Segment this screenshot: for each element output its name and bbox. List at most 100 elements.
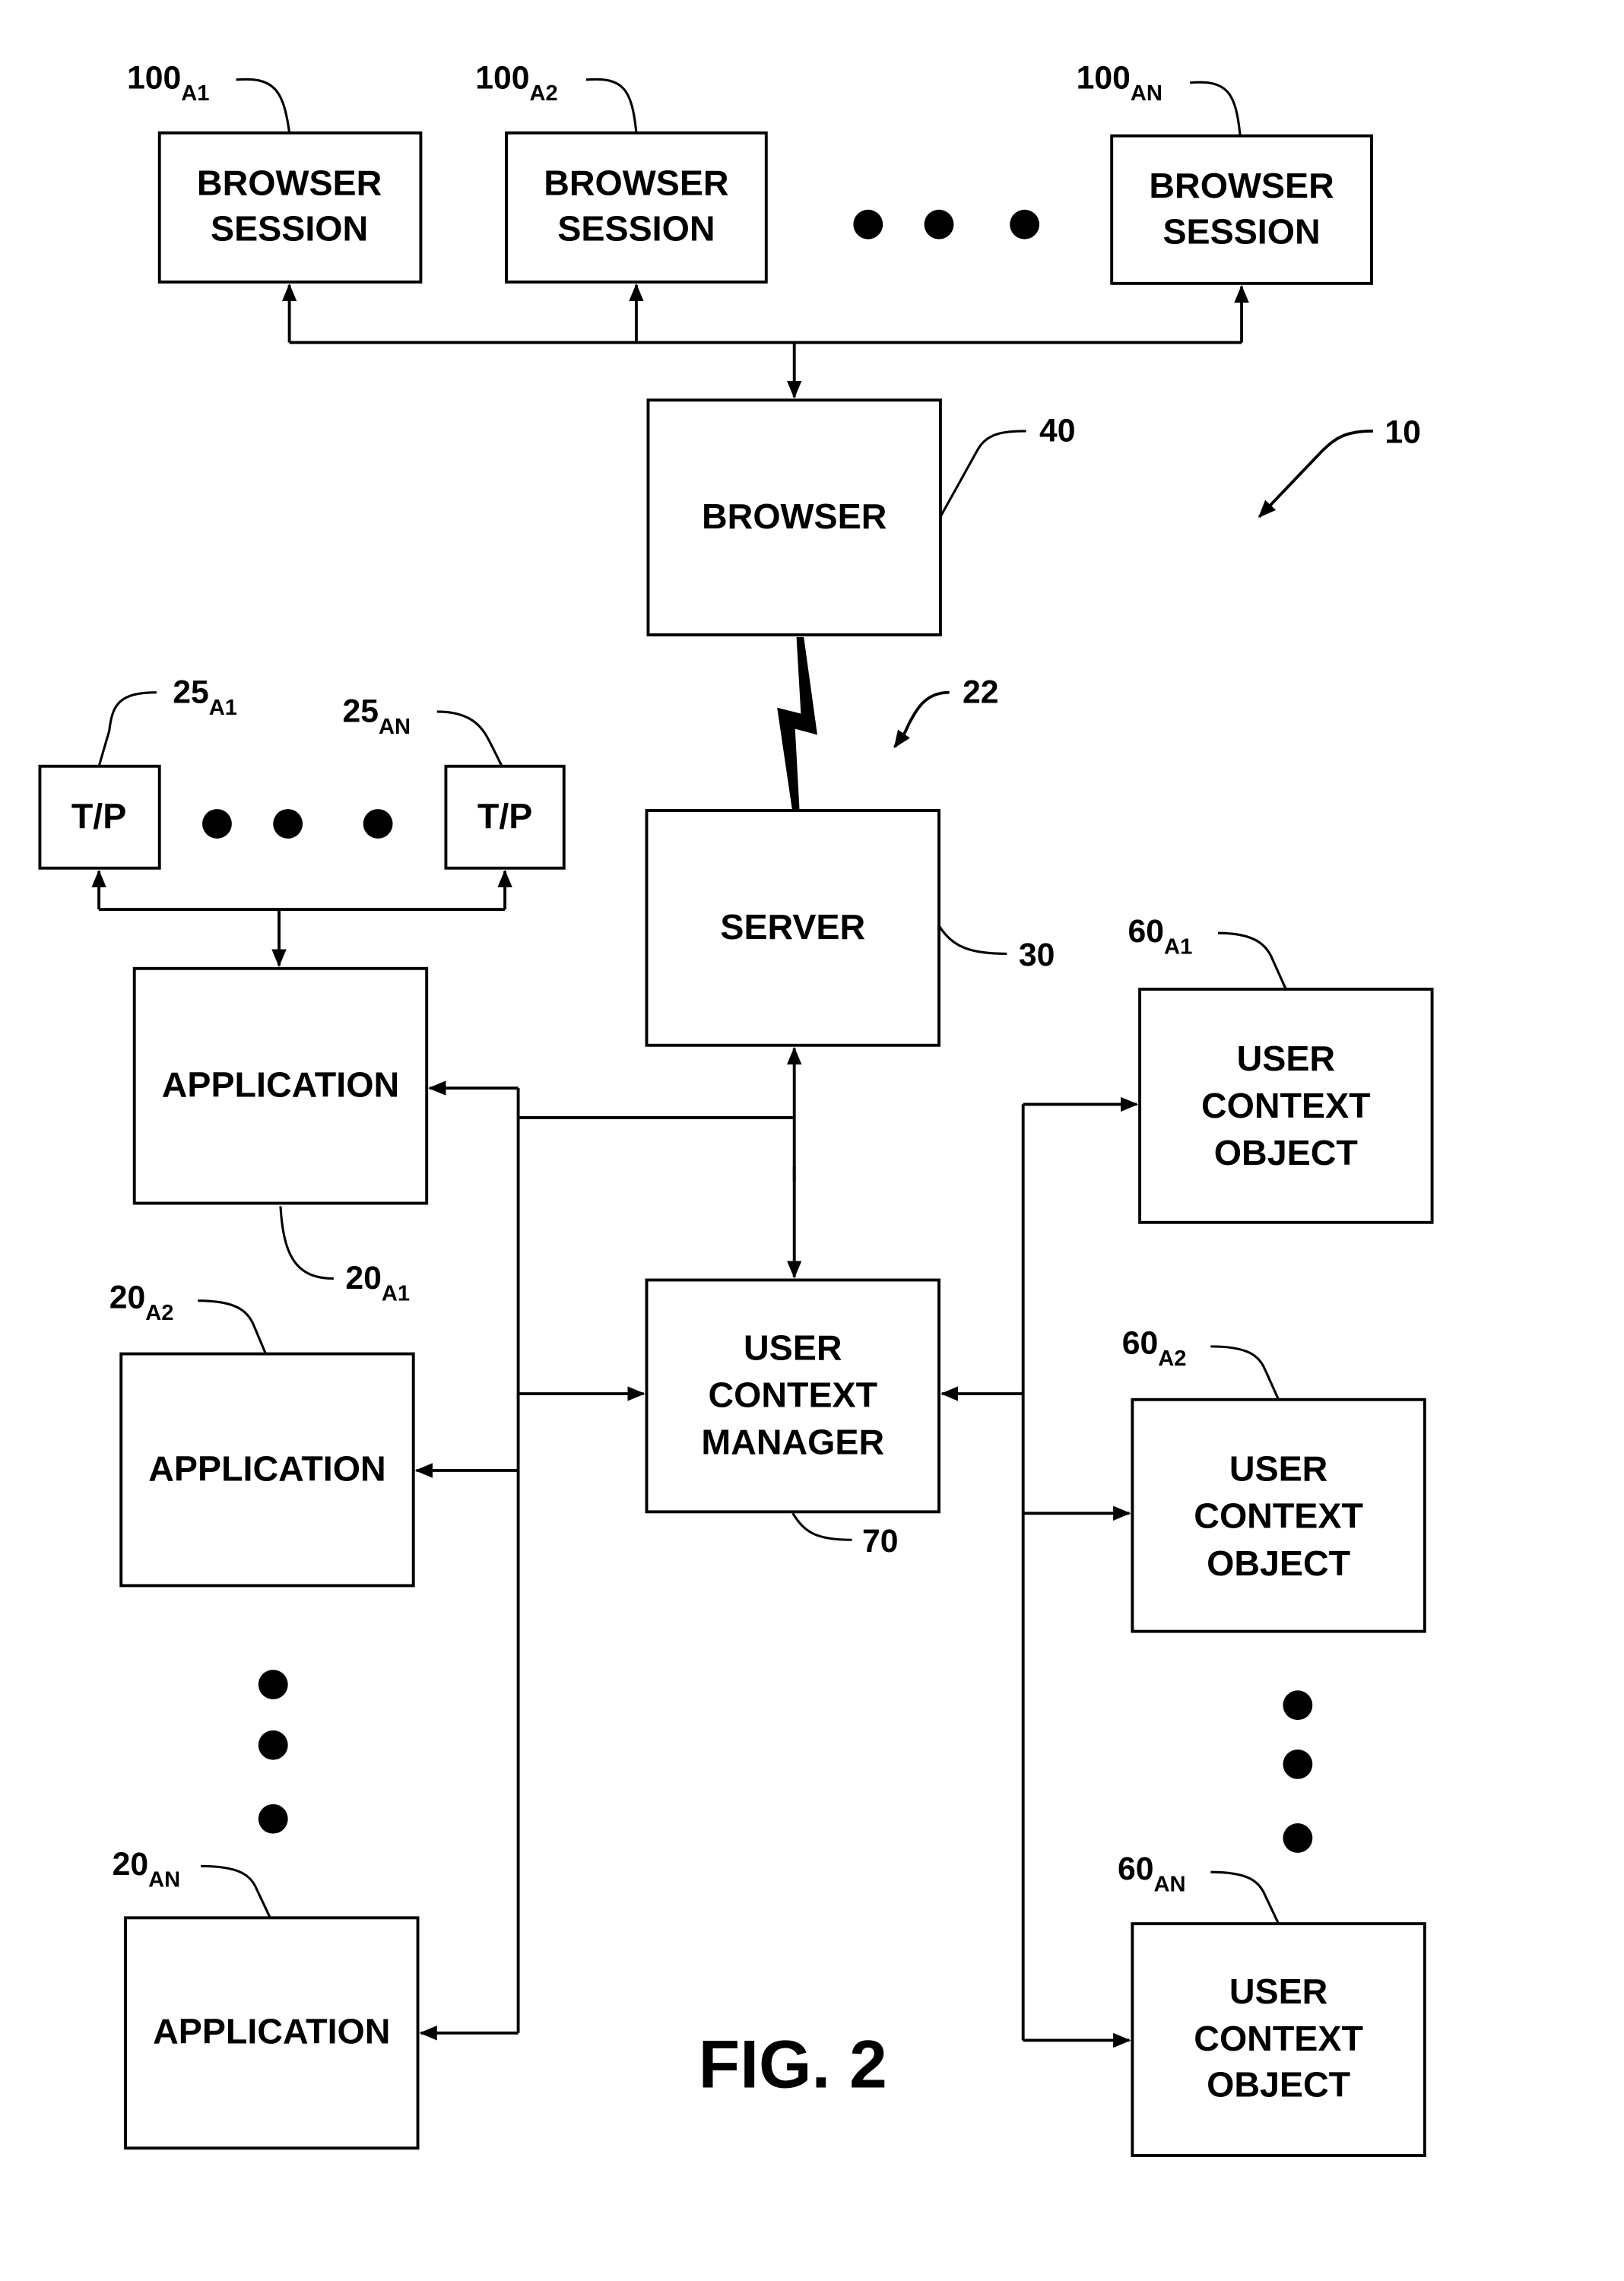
svg-text:100A1: 100A1	[127, 60, 209, 106]
user-context-object-a2[interactable]: USER CONTEXT OBJECT	[1131, 1397, 1426, 1633]
ucm-line1: USER	[744, 1328, 842, 1367]
ellipsis-dot	[924, 209, 954, 240]
user-context-object-a1[interactable]: USER CONTEXT OBJECT	[1138, 988, 1434, 1224]
svg-text:20A1: 20A1	[345, 1260, 410, 1306]
leader-line	[585, 78, 638, 133]
application-a1-label: APPLICATION	[162, 1065, 399, 1105]
browser-session-a2-line1: BROWSER	[544, 163, 728, 202]
ref-subscript: A1	[209, 696, 237, 720]
ellipsis-dot	[258, 1670, 288, 1699]
ref-subscript: A2	[530, 81, 558, 106]
ref-label-40: 40	[939, 413, 1076, 518]
tp-device-a1[interactable]: T/P	[38, 764, 161, 870]
uco-a1-line1: USER	[1237, 1039, 1335, 1078]
ref-number: 30	[1019, 937, 1055, 973]
user-context-object-an[interactable]: USER CONTEXT OBJECT	[1131, 1922, 1426, 2157]
ref-number: 100	[127, 60, 181, 97]
leader-line	[791, 1512, 852, 1541]
svg-text:60A2: 60A2	[1122, 1325, 1187, 1372]
svg-text:60A1: 60A1	[1128, 913, 1193, 960]
ellipsis-tp-devices	[202, 809, 393, 839]
ref-number: 40	[1039, 413, 1076, 449]
user-context-manager-box[interactable]: USER CONTEXT MANAGER	[645, 1278, 940, 1514]
ref-number: 25	[343, 693, 379, 730]
svg-text:20AN: 20AN	[113, 1846, 181, 1892]
uco-a2-line1: USER	[1229, 1449, 1327, 1489]
ref-number: 70	[862, 1523, 899, 1559]
uco-a1-line2: CONTEXT	[1201, 1086, 1371, 1125]
ref-label-100-an: 100AN	[1077, 60, 1242, 136]
ellipsis-dot	[1010, 209, 1040, 240]
svg-text:60AN: 60AN	[1118, 1851, 1186, 1897]
leader-line	[201, 1864, 271, 1918]
leader-line	[937, 925, 1007, 955]
leader-line	[198, 1299, 267, 1355]
uco-a1-line3: OBJECT	[1214, 1133, 1358, 1172]
application-a2-label: APPLICATION	[148, 1449, 385, 1489]
uco-an-line3: OBJECT	[1207, 2064, 1350, 2104]
ref-number: 60	[1128, 913, 1165, 950]
ref-number: 20	[345, 1260, 382, 1296]
browser-session-a2-line2: SESSION	[557, 209, 715, 249]
uco-an-line2: CONTEXT	[1194, 2019, 1363, 2058]
ellipsis-dot	[1283, 1823, 1313, 1853]
ref-label-60-a2: 60A2	[1122, 1325, 1280, 1401]
tp-bus	[91, 869, 512, 967]
uco-a2-line3: OBJECT	[1207, 1543, 1350, 1583]
browser-session-an[interactable]: BROWSER SESSION	[1110, 134, 1373, 285]
leader-line	[939, 430, 1026, 518]
ellipsis-dot	[1283, 1749, 1313, 1779]
network-link	[777, 636, 817, 811]
ellipsis-dot	[258, 1804, 288, 1834]
network-ref-number: 22	[963, 674, 999, 710]
ref-number: 60	[1122, 1325, 1159, 1362]
network-ref-arrow	[893, 690, 950, 749]
application-a1[interactable]: APPLICATION	[132, 966, 429, 1205]
browser-box[interactable]: BROWSER	[646, 398, 942, 636]
application-a2[interactable]: APPLICATION	[119, 1352, 415, 1588]
tp-device-an[interactable]: T/P	[444, 764, 566, 870]
ellipsis-dot	[363, 809, 393, 839]
ref-label-100-a1: 100A1	[127, 60, 291, 133]
ellipsis-browser-sessions	[853, 209, 1040, 240]
ref-label-100-a2: 100A2	[475, 60, 638, 133]
svg-text:25A1: 25A1	[173, 674, 237, 720]
ellipsis-dot	[1283, 1690, 1313, 1721]
leader-line	[1217, 931, 1287, 990]
browser-session-a2[interactable]: BROWSER SESSION	[505, 131, 768, 284]
ellipsis-applications	[258, 1670, 288, 1834]
ref-subscript: AN	[1131, 81, 1162, 106]
ref-label-60-an: 60AN	[1118, 1851, 1280, 1924]
browser-label: BROWSER	[702, 496, 887, 536]
ref-number: 25	[173, 674, 209, 710]
context-object-bus	[940, 1096, 1139, 2048]
ellipsis-dot	[202, 809, 232, 839]
ucm-line2: CONTEXT	[708, 1375, 877, 1414]
uco-an-line1: USER	[1229, 1972, 1327, 2011]
ref-number: 100	[475, 60, 529, 97]
ellipsis-dot	[258, 1730, 288, 1760]
ref-subscript: AN	[379, 715, 411, 739]
ref-number: 60	[1118, 1851, 1154, 1887]
browser-session-a1[interactable]: BROWSER SESSION	[157, 131, 423, 284]
ref-label-25-an: 25AN	[343, 693, 503, 767]
ref-subscript: A2	[145, 1301, 173, 1325]
lightning-bolt-icon	[777, 636, 817, 811]
leader-line	[97, 691, 157, 767]
ref-label-22: 22	[893, 674, 999, 749]
fig2-diagram: BROWSER SESSION 100A1 BROWSER SESSION 10…	[38, 60, 1434, 2157]
svg-text:100A2: 100A2	[475, 60, 557, 106]
leader-line	[1210, 1345, 1280, 1401]
browser-session-an-line1: BROWSER	[1149, 166, 1334, 205]
ref-subscript: AN	[148, 1868, 180, 1892]
ref-label-20-a1: 20A1	[279, 1206, 410, 1306]
ref-subscript: A1	[181, 81, 209, 106]
ref-label-70: 70	[791, 1512, 899, 1559]
leader-line	[236, 78, 291, 133]
server-box[interactable]: SERVER	[645, 809, 940, 1047]
application-an[interactable]: APPLICATION	[124, 1916, 420, 2150]
browser-session-an-line2: SESSION	[1162, 211, 1320, 251]
ref-number: 20	[113, 1846, 149, 1883]
svg-text:20A2: 20A2	[109, 1279, 174, 1325]
application-an-label: APPLICATION	[153, 2011, 390, 2051]
